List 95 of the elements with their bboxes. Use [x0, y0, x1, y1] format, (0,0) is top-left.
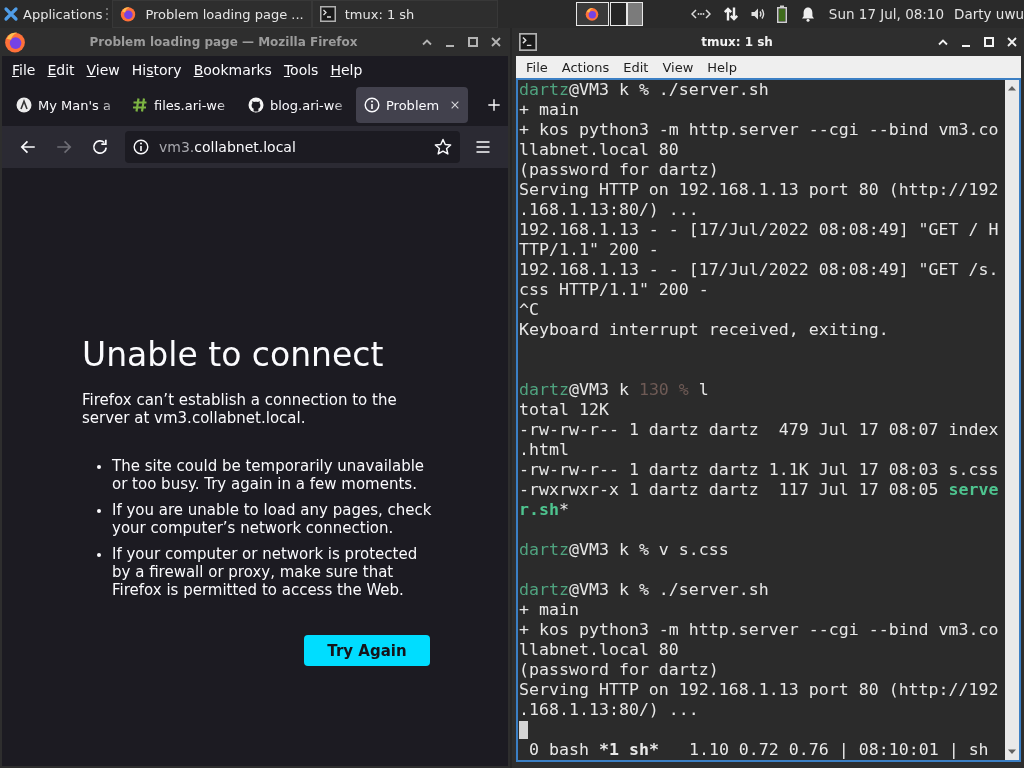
tmux-window-tab[interactable]: *1 sh*: [598, 740, 659, 760]
menu-item[interactable]: Tools: [277, 62, 325, 78]
close-icon[interactable]: [490, 36, 502, 48]
terminal-line: Keyboard interrupt received, exiting.: [519, 320, 890, 340]
back-arrow-icon: [19, 138, 37, 156]
up-arrow-icon[interactable]: [1007, 85, 1017, 91]
reload-icon: [91, 138, 109, 156]
terminal-line: dartz@VM3 k % ./server.sh: [519, 580, 770, 600]
url-text: vm3.collabnet.local: [159, 139, 297, 155]
browser-logo-icon: [584, 7, 599, 21]
error-heading: Unable to connect: [82, 336, 385, 374]
terminal-line: + main: [519, 600, 580, 620]
terminal-line: (password for dartz): [519, 660, 720, 680]
window-title: tmux: 1 sh: [700, 35, 774, 49]
text-cursor: [519, 721, 528, 739]
browser-tab[interactable]: blog.ari-we: [240, 87, 352, 123]
terminal-line: .html: [519, 440, 570, 460]
terminal-line: + kos python3 -m http.server --cgi --bind vm3.co: [519, 620, 1000, 640]
bullet-icon: [97, 465, 101, 469]
terminal-line: (password for dartz): [519, 160, 720, 180]
terminal-line: llabnet.local 80: [519, 640, 680, 660]
terminal-line: -rw-rw-r-- 1 dartz dartz 479 Jul 17 08:07 index: [519, 420, 1000, 440]
close-icon[interactable]: [450, 100, 460, 110]
terminal-line: Serving HTTP on 192.168.1.13 port 80 (http://192: [519, 180, 1000, 200]
window-title: Problem loading page — Mozilla Firefox: [88, 35, 359, 49]
menu-item[interactable]: History: [125, 62, 188, 78]
terminal-line: -rwxrwxr-x 1 dartz dartz 117 Jul 17 08:05 serve: [519, 480, 1000, 500]
scrollbar[interactable]: [1005, 80, 1019, 760]
terminal-line: ^C: [519, 300, 540, 320]
plus-icon[interactable]: [487, 98, 501, 112]
menu-item[interactable]: Edit: [41, 62, 81, 78]
browser-logo-icon: [4, 31, 26, 53]
menu-item[interactable]: Help: [324, 62, 369, 78]
menu-item[interactable]: Bookmarks: [187, 62, 278, 78]
status-info: 1.10 0.72 0.76 | 08:10:01 | sh: [688, 740, 989, 760]
suggestion-text: If your computer or network is protected by a firewall or proxy, make sure that Firefox is permitted to access the Web.: [112, 545, 419, 599]
terminal-line: + kos python3 -m http.server --cgi --bind vm3.co: [519, 120, 1000, 140]
terminal-icon: [319, 6, 336, 22]
menu-item[interactable]: View: [655, 59, 701, 75]
try-again-button[interactable]: Try Again: [304, 635, 430, 666]
up-down-arrows-icon[interactable]: [722, 6, 739, 22]
user-menu-button[interactable]: Darty uwu: [944, 6, 1024, 22]
workspace-pager[interactable]: [575, 2, 643, 26]
bullet-icon: [97, 553, 101, 557]
address-bar[interactable]: vm3.collabnet.local: [125, 131, 460, 163]
terminal-line: TTP/1.1" 200 -: [519, 240, 660, 260]
star-icon[interactable]: [434, 138, 452, 156]
error-message: Firefox can’t establish a connection to the server at vm3.collabnet.local.: [82, 391, 398, 427]
terminal-icon: [519, 33, 537, 51]
terminal-line: Serving HTTP on 192.168.1.13 port 80 (http://192: [519, 680, 1000, 700]
forward-arrow-icon: [55, 138, 73, 156]
terminal-line: .168.1.13:80/) ...: [519, 200, 700, 220]
network-icon[interactable]: [690, 8, 711, 20]
suggestion-text: If you are unable to load any pages, check your computer’s network connection.: [112, 501, 433, 537]
x-logo-icon: [3, 6, 19, 22]
terminal-line: 192.168.1.13 - - [17/Jul/2022 08:08:49] "GET /s.: [519, 260, 1000, 280]
menu-item[interactable]: Help: [700, 59, 744, 75]
browser-tab[interactable]: Problem: [356, 87, 468, 123]
cat-logo-icon: [248, 97, 264, 113]
menu-item[interactable]: File: [519, 59, 555, 75]
menu-item[interactable]: File: [6, 62, 42, 78]
terminal-line: 192.168.1.13 - - [17/Jul/2022 08:08:49] "GET / H: [519, 220, 1000, 240]
browser-tab[interactable]: files.ari-we: [124, 87, 236, 123]
terminal-line: dartz@VM3 k % v s.css: [519, 540, 730, 560]
browser-logo-icon: [120, 6, 137, 22]
terminal-line: llabnet.local 80: [519, 140, 680, 160]
suggestion-text: The site could be temporarily unavailable or too busy. Try again in a few moments.: [112, 457, 426, 493]
volume-icon[interactable]: [749, 6, 766, 22]
menu-item[interactable]: Actions: [554, 59, 617, 75]
applications-menu-button[interactable]: Applications: [0, 0, 105, 28]
clock[interactable]: Sun 17 Jul, 08:10: [828, 6, 945, 22]
circle-logo-icon: [16, 97, 32, 113]
maximize-icon[interactable]: [467, 36, 479, 48]
battery-icon[interactable]: [776, 5, 787, 23]
drag-handle-icon[interactable]: [105, 7, 110, 21]
task-button[interactable]: Problem loading page ...: [112, 0, 312, 28]
browser-tab[interactable]: My Man's a: [8, 87, 120, 123]
menu-item[interactable]: View: [80, 62, 126, 78]
terminal-line: r.sh*: [519, 500, 570, 520]
terminal-line: total 12K: [519, 400, 610, 420]
terminal-line: dartz@VM3 k 130 % l: [519, 380, 710, 400]
terminal-line: css HTTP/1.1" 200 -: [519, 280, 710, 300]
down-arrow-icon[interactable]: [1007, 749, 1017, 755]
tmux-window-tab[interactable]: 0 bash: [529, 740, 589, 760]
info-icon: [364, 97, 380, 113]
hash-icon: [132, 97, 148, 113]
menu-icon: [475, 139, 491, 155]
terminal-line: -rw-rw-r-- 1 dartz dartz 1.1K Jul 17 08:03 s.css: [519, 460, 1000, 480]
task-button[interactable]: tmux: 1 sh: [311, 0, 498, 28]
info-icon: [133, 139, 149, 155]
bullet-icon: [97, 509, 101, 513]
terminal-line: + main: [519, 100, 580, 120]
terminal-line: .168.1.13:80/) ...: [519, 700, 700, 720]
terminal-line: dartz@VM3 k % ./server.sh: [519, 80, 770, 100]
menu-item[interactable]: Edit: [616, 59, 656, 75]
